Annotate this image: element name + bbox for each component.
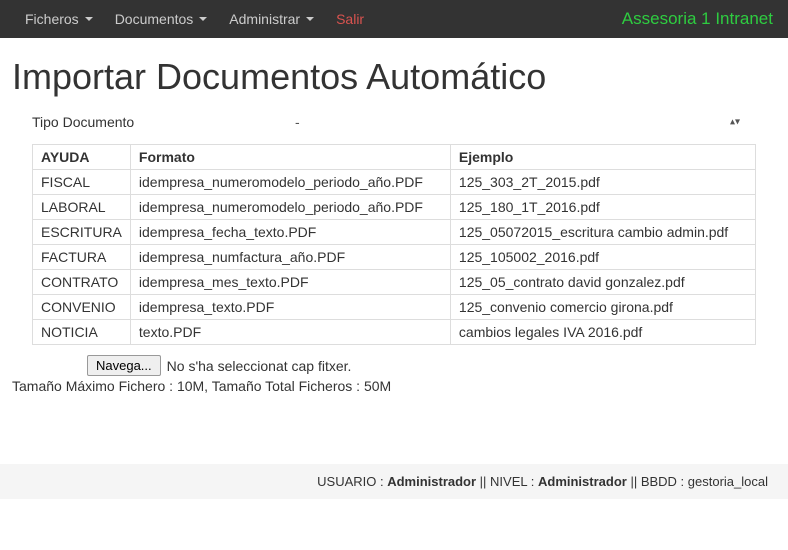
navbar: Ficheros Documentos Administrar Salir Asses… — [0, 0, 788, 38]
cell-formato: idempresa_fecha_texto.PDF — [130, 220, 450, 245]
help-table-body: FISCALidempresa_numeromodelo_periodo_año… — [33, 170, 756, 345]
table-header-row: AYUDA Formato Ejemplo — [33, 145, 756, 170]
table-row: CONTRATOidempresa_mes_texto.PDF125_05_co… — [33, 270, 756, 295]
tipo-documento-select[interactable]: - — [287, 110, 746, 134]
cell-ayuda: LABORAL — [33, 195, 131, 220]
table-row: LABORALidempresa_numeromodelo_periodo_añ… — [33, 195, 756, 220]
table-row: FISCALidempresa_numeromodelo_periodo_año… — [33, 170, 756, 195]
col-formato: Formato — [130, 145, 450, 170]
caret-down-icon — [306, 17, 314, 21]
caret-down-icon — [85, 17, 93, 21]
cell-ayuda: FISCAL — [33, 170, 131, 195]
main-container: Importar Documentos Automático Tipo Docu… — [0, 38, 788, 394]
footer-usuario-label: USUARIO : — [317, 474, 387, 489]
footer-sep2: || — [627, 474, 641, 489]
footer-bbdd-label: BBDD : — [641, 474, 688, 489]
footer-usuario-value: Administrador — [387, 474, 476, 489]
browse-button[interactable]: Navega... — [87, 355, 161, 376]
table-row: NOTICIAtexto.PDFcambios legales IVA 2016… — [33, 320, 756, 345]
footer: USUARIO : Administrador || NIVEL : Admin… — [0, 464, 788, 499]
col-ayuda: AYUDA — [33, 145, 131, 170]
tipo-documento-label: Tipo Documento — [32, 114, 287, 130]
nav-item-ficheros[interactable]: Ficheros — [15, 11, 103, 27]
footer-nivel-value: Administrador — [538, 474, 627, 489]
table-row: ESCRITURAidempresa_fecha_texto.PDF125_05… — [33, 220, 756, 245]
caret-down-icon — [199, 17, 207, 21]
cell-ejemplo: 125_05_contrato david gonzalez.pdf — [450, 270, 755, 295]
nav-item-documentos[interactable]: Documentos — [105, 11, 218, 27]
file-status: No s'ha seleccionat cap fitxer. — [167, 358, 352, 374]
cell-formato: idempresa_numeromodelo_periodo_año.PDF — [130, 170, 450, 195]
nav-item-salir[interactable]: Salir — [326, 11, 374, 27]
file-size-info: Tamaño Máximo Fichero : 10M, Tamaño Tota… — [12, 378, 776, 394]
help-table-wrap: AYUDA Formato Ejemplo FISCALidempresa_nu… — [12, 144, 776, 345]
col-ejemplo: Ejemplo — [450, 145, 755, 170]
cell-ayuda: ESCRITURA — [33, 220, 131, 245]
cell-ayuda: CONVENIO — [33, 295, 131, 320]
cell-ejemplo: 125_180_1T_2016.pdf — [450, 195, 755, 220]
nav-label: Salir — [336, 11, 364, 27]
table-row: FACTURAidempresa_numfactura_año.PDF125_1… — [33, 245, 756, 270]
cell-ejemplo: 125_303_2T_2015.pdf — [450, 170, 755, 195]
cell-formato: idempresa_numfactura_año.PDF — [130, 245, 450, 270]
nav-left: Ficheros Documentos Administrar Salir — [15, 11, 374, 27]
cell-ayuda: NOTICIA — [33, 320, 131, 345]
page-title: Importar Documentos Automático — [12, 56, 776, 98]
cell-formato: idempresa_texto.PDF — [130, 295, 450, 320]
footer-bbdd-value: gestoria_local — [688, 474, 768, 489]
help-table: AYUDA Formato Ejemplo FISCALidempresa_nu… — [32, 144, 756, 345]
file-upload-row: Navega... No s'ha seleccionat cap fitxer… — [87, 355, 776, 376]
cell-ejemplo: 125_05072015_escritura cambio admin.pdf — [450, 220, 755, 245]
footer-sep1: || — [476, 474, 490, 489]
nav-label: Documentos — [115, 11, 194, 27]
cell-ayuda: FACTURA — [33, 245, 131, 270]
nav-label: Administrar — [229, 11, 300, 27]
tipo-documento-select-wrap: - ▴▾ — [287, 110, 746, 134]
cell-formato: idempresa_mes_texto.PDF — [130, 270, 450, 295]
nav-label: Ficheros — [25, 11, 79, 27]
brand: Assesoria 1 Intranet — [622, 9, 773, 29]
cell-ejemplo: cambios legales IVA 2016.pdf — [450, 320, 755, 345]
cell-ejemplo: 125_convenio comercio girona.pdf — [450, 295, 755, 320]
nav-item-administrar[interactable]: Administrar — [219, 11, 324, 27]
cell-formato: texto.PDF — [130, 320, 450, 345]
tipo-documento-row: Tipo Documento - ▴▾ — [12, 110, 776, 134]
table-row: CONVENIOidempresa_texto.PDF125_convenio … — [33, 295, 756, 320]
cell-ayuda: CONTRATO — [33, 270, 131, 295]
cell-formato: idempresa_numeromodelo_periodo_año.PDF — [130, 195, 450, 220]
footer-nivel-label: NIVEL : — [490, 474, 538, 489]
cell-ejemplo: 125_105002_2016.pdf — [450, 245, 755, 270]
